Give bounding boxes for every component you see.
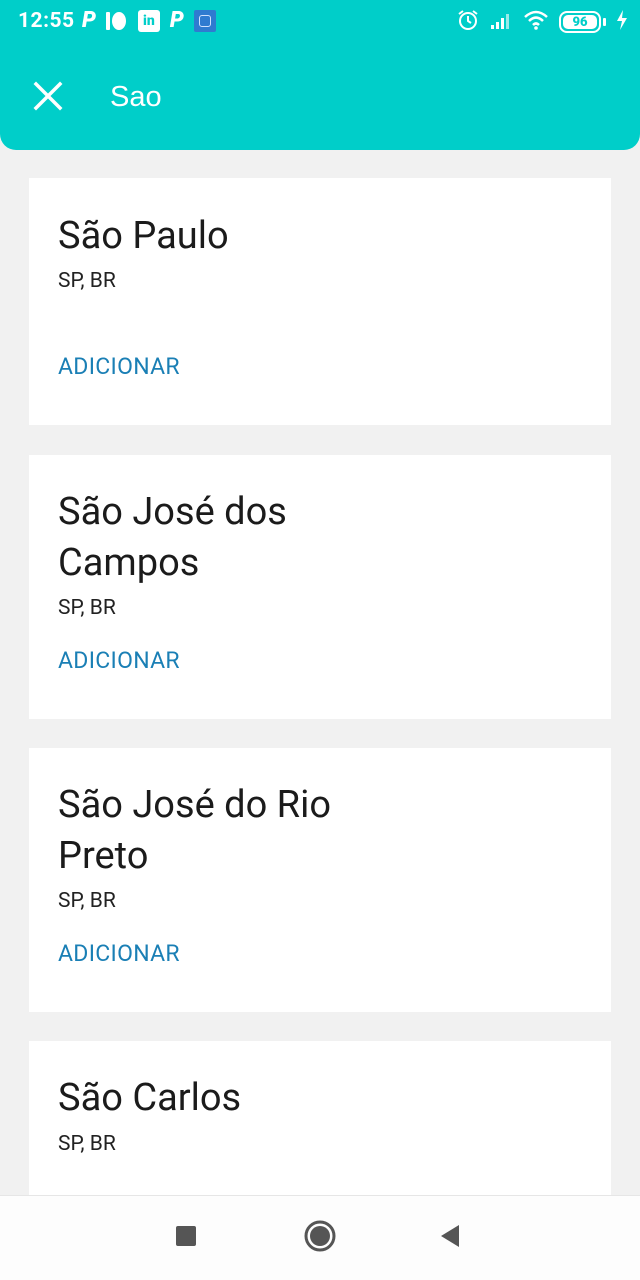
close-icon	[33, 81, 63, 115]
p-app-icon: P	[82, 8, 96, 33]
system-status-icons: 96	[457, 8, 628, 36]
medium-icon	[105, 10, 128, 32]
search-input[interactable]	[110, 74, 610, 120]
result-card[interactable]: São José do Rio Preto SP, BR ADICIONAR	[29, 748, 611, 1012]
status-bar: 12:55 P in P 96	[0, 0, 640, 44]
results-list: São Paulo SP, BR ADICIONAR São José dos …	[0, 150, 640, 1195]
city-name: São Carlos	[58, 1076, 242, 1120]
city-name: São José dos Campos	[58, 490, 287, 585]
app-toolbar: 12:55 P in P 96 Sao	[0, 0, 640, 150]
alarm-icon	[457, 9, 479, 35]
battery-level: 96	[563, 15, 597, 30]
app-box-icon	[193, 10, 216, 32]
linkedin-icon: in	[137, 10, 160, 32]
add-button[interactable]: ADICIONAR	[58, 647, 180, 674]
add-button[interactable]: ADICIONAR	[58, 353, 180, 380]
close-button[interactable]	[24, 74, 72, 122]
city-name: São Paulo	[58, 214, 229, 258]
wifi-icon	[523, 10, 549, 34]
status-time: 12:55	[18, 9, 75, 33]
city-region: SP, BR	[58, 596, 116, 620]
city-region: SP, BR	[58, 889, 116, 913]
battery-indicator: 96	[559, 11, 606, 33]
city-region: SP, BR	[58, 269, 116, 293]
result-card[interactable]: São Paulo SP, BR ADICIONAR	[29, 178, 611, 425]
home-circle-icon	[303, 1219, 337, 1257]
add-button[interactable]: ADICIONAR	[58, 940, 180, 967]
notification-icons: P in P	[82, 8, 216, 34]
recents-button[interactable]	[164, 1216, 208, 1260]
search-row	[0, 56, 640, 138]
charging-icon	[616, 10, 628, 34]
back-button[interactable]	[428, 1216, 472, 1260]
square-icon	[175, 1225, 197, 1251]
city-region: SP, BR	[58, 1132, 116, 1156]
p-app-icon: P	[169, 8, 184, 33]
signal-icon	[489, 10, 513, 34]
result-card[interactable]: São José dos Campos SP, BR ADICIONAR	[29, 455, 611, 719]
back-triangle-icon	[439, 1224, 461, 1252]
city-name: São José do Rio Preto	[58, 783, 332, 878]
result-card[interactable]: São Carlos SP, BR	[29, 1041, 611, 1195]
navigation-bar	[0, 1195, 640, 1280]
home-button[interactable]	[298, 1216, 342, 1260]
